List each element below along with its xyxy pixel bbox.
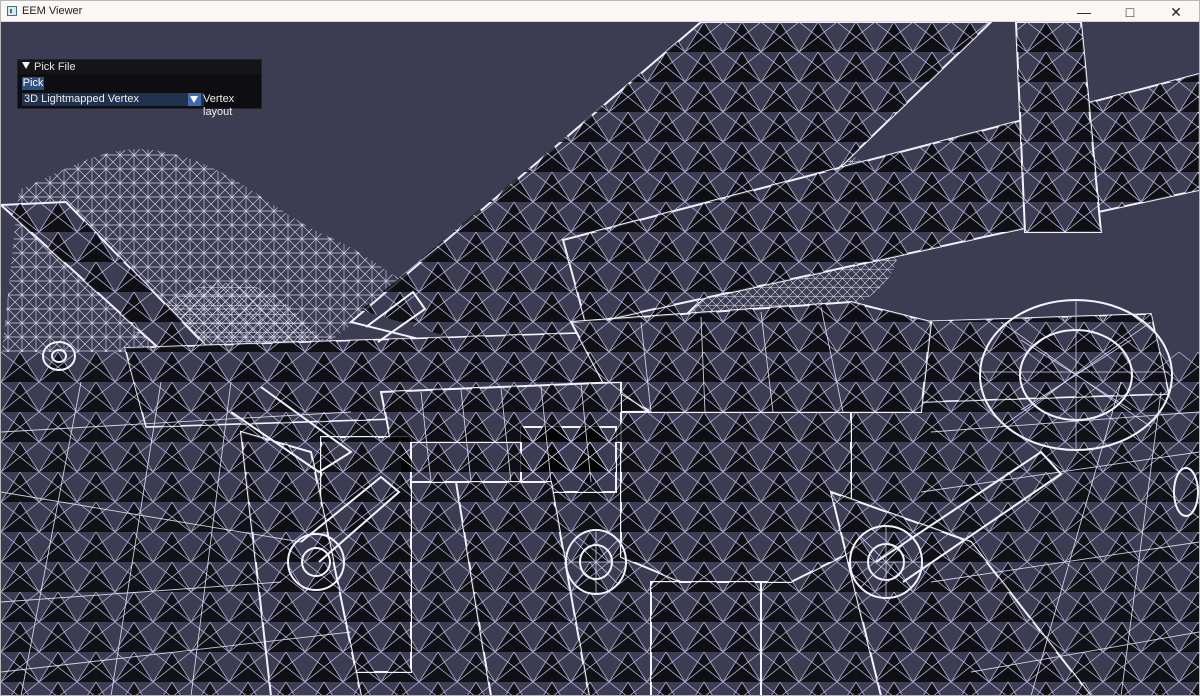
vertex-layout-select[interactable]: 3D Lightmapped Vertex [22,93,204,106]
dropdown-arrow-icon[interactable] [188,93,201,106]
app-window: EEM Viewer — □ ✕ Pick File Pick 3D Light… [0,0,1200,696]
minimize-button[interactable]: — [1061,1,1107,22]
vertex-layout-label: Vertex layout [203,93,235,118]
panel-titlebar[interactable]: Pick File [18,60,261,74]
close-button[interactable]: ✕ [1153,1,1199,22]
window-title: EEM Viewer [22,5,83,17]
pick-button[interactable]: Pick [22,77,44,90]
wireframe-viewport[interactable]: Pick File Pick 3D Lightmapped Vertex Ver… [1,22,1199,695]
pick-file-panel: Pick File Pick 3D Lightmapped Vertex Ver… [17,59,262,118]
collapse-triangle-icon[interactable] [22,62,30,69]
window-titlebar: EEM Viewer — □ ✕ [1,1,1199,22]
window-controls: — □ ✕ [1061,1,1199,22]
wireframe-scene [1,22,1199,695]
maximize-button[interactable]: □ [1107,1,1153,22]
panel-title: Pick File [34,61,76,73]
app-icon [7,6,17,16]
